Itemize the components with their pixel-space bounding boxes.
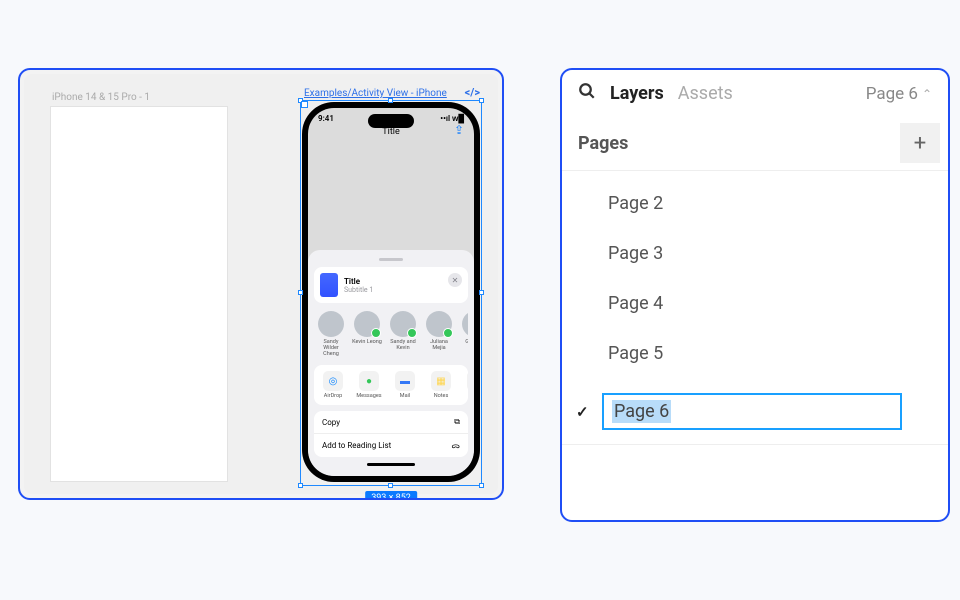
nav-title: Title [382, 127, 399, 137]
page-name: Page 3 [608, 243, 663, 264]
page-dropdown[interactable]: Page 6 ⌃ [866, 84, 932, 104]
share-person[interactable]: Greg Ap [460, 311, 468, 357]
app-icon: ▦ [431, 371, 451, 391]
app-icon: ● [359, 371, 379, 391]
app-label: Messages [356, 393, 381, 399]
avatar [318, 311, 344, 337]
phone-screen: 9:41 ••ıl ᴡ█ Title ⇪ Title Subtitle 1 [308, 108, 474, 476]
search-icon[interactable] [578, 82, 596, 105]
dev-mode-icon[interactable]: </> [465, 86, 480, 99]
check-icon: ✓ [576, 403, 589, 421]
share-icon[interactable]: ⇪ [454, 123, 464, 137]
share-person[interactable]: Sandy Wilder Cheng [316, 311, 346, 357]
selected-frame-label[interactable]: Examples/Activity View - iPhone [304, 88, 447, 99]
page-name: Page 4 [608, 293, 663, 314]
design-canvas[interactable]: iPhone 14 & 15 Pro - 1 Examples/Activity… [18, 68, 504, 500]
layers-panel: Layers Assets Page 6 ⌃ Pages + Page 2Pag… [560, 68, 950, 522]
panel-tabs: Layers Assets Page 6 ⌃ [562, 70, 948, 117]
person-name: Kevin Leong [352, 339, 382, 345]
app-icon: ◎ [323, 371, 343, 391]
person-name: Sandy Wilder Cheng [316, 339, 346, 357]
page-item[interactable]: Page 3 [562, 229, 948, 279]
share-action[interactable]: Add to Reading List ᯅ [314, 434, 468, 457]
page-item-editing[interactable]: ✓ Page 6 [562, 379, 948, 445]
apps-row: ◎ AirDrop● Messages▬ Mail▦ Notes⋮ Remin [314, 365, 468, 405]
people-row: Sandy Wilder Cheng Kevin Leong Sandy and… [314, 303, 468, 359]
page-item[interactable]: Page 5 [562, 329, 948, 379]
tab-assets[interactable]: Assets [678, 83, 733, 104]
app-label: AirDrop [324, 393, 342, 399]
page-list: Page 2 Page 3 Page 4 Page 5 ✓ Page 6 [562, 171, 948, 453]
app-label: Notes [434, 393, 449, 399]
avatar [426, 311, 452, 337]
pages-label: Pages [578, 133, 628, 154]
status-time: 9:41 [318, 114, 334, 123]
canvas-bg: iPhone 14 & 15 Pro - 1 Examples/Activity… [24, 74, 498, 494]
share-app[interactable]: ▬ Mail [390, 371, 420, 399]
chevron-up-icon: ⌃ [922, 87, 932, 101]
page-name: Page 5 [608, 343, 663, 364]
empty-artboard[interactable] [50, 106, 228, 482]
action-icon: ⧉ [454, 417, 460, 427]
share-person[interactable]: Sandy and Kevin [388, 311, 418, 357]
current-page-label: Page 6 [866, 84, 918, 104]
avatar [390, 311, 416, 337]
share-app[interactable]: ▦ Notes [426, 371, 456, 399]
add-page-button[interactable]: + [900, 123, 940, 163]
share-action[interactable]: Copy ⧉ [314, 411, 468, 434]
page-item[interactable]: Page 2 [562, 179, 948, 229]
app-icon: ⋮ [467, 371, 468, 391]
action-icon: ᯅ [451, 440, 460, 451]
share-person[interactable]: Juliana Mejia [424, 311, 454, 357]
person-name: Juliana Mejia [424, 339, 454, 351]
person-name: Greg Ap [465, 339, 468, 345]
page-rename-input[interactable]: Page 6 [602, 393, 902, 430]
share-app[interactable]: ● Messages [354, 371, 384, 399]
avatar [462, 311, 468, 337]
avatar [354, 311, 380, 337]
action-label: Copy [322, 418, 340, 427]
tab-layers[interactable]: Layers [610, 83, 664, 104]
app-label: Mail [400, 393, 410, 399]
share-person[interactable]: Kevin Leong [352, 311, 382, 357]
person-name: Sandy and Kevin [388, 339, 418, 351]
nav-bar: Title ⇪ [308, 123, 474, 145]
app-icon: ▬ [395, 371, 415, 391]
share-title: Title [344, 277, 373, 286]
grabber-handle[interactable] [379, 258, 403, 261]
iphone-device-frame[interactable]: 9:41 ••ıl ᴡ█ Title ⇪ Title Subtitle 1 [302, 102, 480, 482]
artboard-label: iPhone 14 & 15 Pro - 1 [52, 92, 150, 103]
share-header-card: Title Subtitle 1 ✕ [314, 267, 468, 303]
share-app[interactable]: ◎ AirDrop [318, 371, 348, 399]
share-subtitle: Subtitle 1 [344, 286, 373, 294]
dimensions-badge: 393 × 852 [365, 491, 417, 500]
pages-section-header: Pages + [562, 117, 948, 171]
action-label: Add to Reading List [322, 441, 391, 450]
share-app[interactable]: ⋮ Remin [462, 371, 468, 399]
action-list: Copy ⧉Add to Reading List ᯅ [314, 411, 468, 457]
status-icons: ••ıl ᴡ█ [440, 114, 464, 123]
home-indicator [367, 463, 415, 466]
preview-thumbnail [320, 273, 338, 297]
close-icon[interactable]: ✕ [448, 273, 462, 287]
share-sheet[interactable]: Title Subtitle 1 ✕ Sandy Wilder Cheng Ke… [308, 250, 474, 476]
page-item[interactable]: Page 4 [562, 279, 948, 329]
page-name: Page 2 [608, 193, 663, 214]
